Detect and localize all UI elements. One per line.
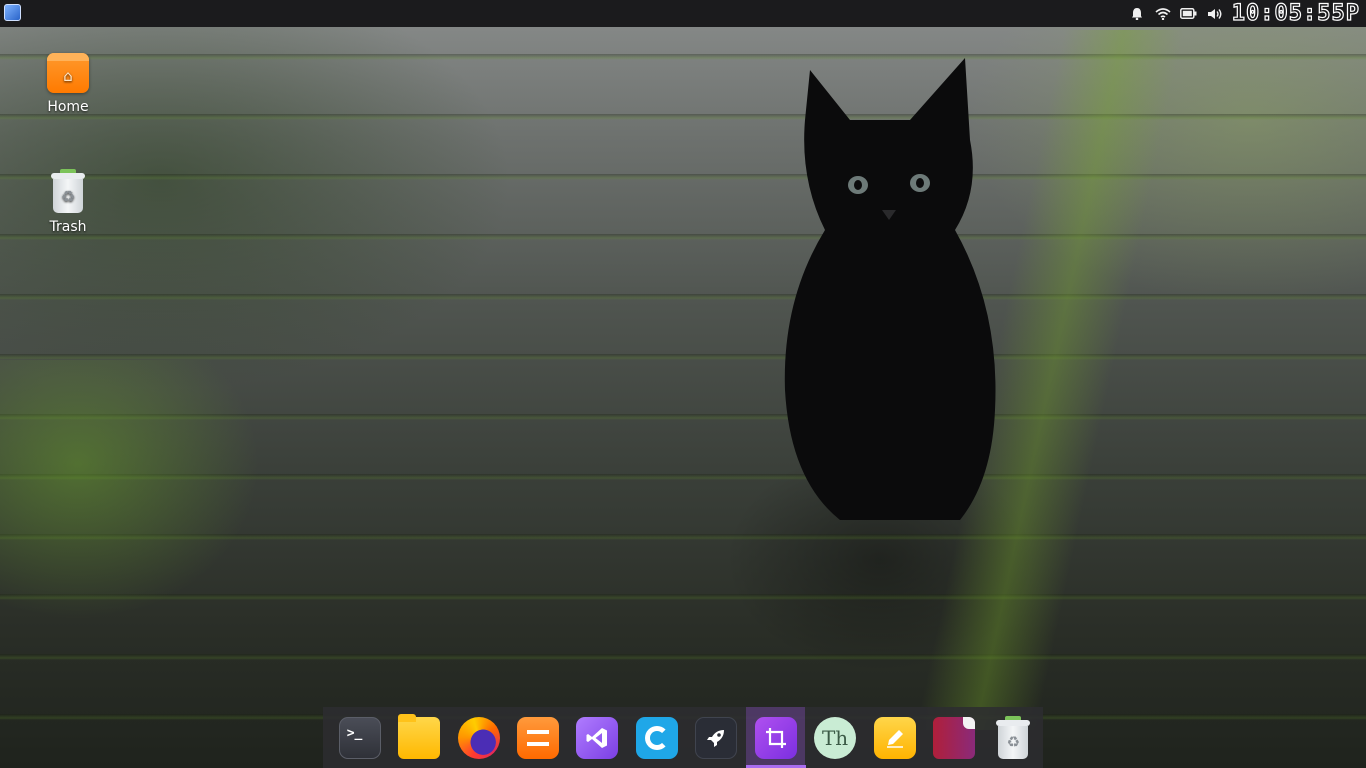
desktop-icon-home[interactable]: ⌂ Home: [23, 53, 113, 115]
wallpaper-kitten: [784, 58, 996, 520]
system-tray: 10:05:55P: [1126, 0, 1366, 27]
desktop-icon-trash[interactable]: ♻ Trash: [23, 169, 113, 235]
clock[interactable]: 10:05:55P: [1230, 0, 1366, 27]
sublime-text-icon: [516, 716, 559, 759]
crop-icon: [754, 716, 797, 759]
top-panel: 10:05:55P: [0, 0, 1366, 27]
desktop-icon-label: Home: [47, 99, 89, 115]
terminal-icon: >_: [338, 716, 381, 759]
vscode-icon: [576, 716, 619, 759]
dock-item-font-viewer[interactable]: Th: [805, 707, 864, 768]
wallpaper-moss: [0, 360, 260, 620]
desktop-icon-label: Trash: [49, 219, 87, 235]
pencil-note-icon: [873, 716, 916, 759]
font-viewer-icon: Th: [814, 716, 857, 759]
dock-item-screenshot-crop[interactable]: [745, 707, 807, 768]
dock: >_ Th ♻: [323, 707, 1043, 768]
dock-item-notes[interactable]: [865, 707, 924, 768]
rocket-icon: [695, 716, 738, 759]
trash-icon: ♻: [51, 169, 85, 213]
firefox-icon: [457, 716, 500, 759]
dock-item-c-app[interactable]: [627, 707, 686, 768]
dock-item-trash[interactable]: ♻: [984, 707, 1043, 768]
dock-item-books[interactable]: [924, 707, 983, 768]
dock-item-vscode[interactable]: [568, 707, 627, 768]
wifi-icon[interactable]: [1152, 0, 1174, 27]
dock-item-rocket-app[interactable]: [687, 707, 746, 768]
trash-icon: ♻: [996, 715, 1031, 759]
dock-item-sublime-text[interactable]: [508, 707, 567, 768]
dock-item-terminal[interactable]: >_: [330, 707, 389, 768]
battery-icon[interactable]: [1178, 0, 1200, 27]
home-folder-icon: ⌂: [47, 53, 89, 93]
book-icon: [932, 716, 975, 759]
dock-item-files[interactable]: [389, 707, 448, 768]
volume-icon[interactable]: [1204, 0, 1226, 27]
app-launcher-icon[interactable]: [4, 4, 21, 21]
notification-bell-icon[interactable]: [1126, 0, 1148, 27]
c-app-icon: [635, 716, 678, 759]
folder-icon: [398, 713, 441, 759]
desktop-background: 10:05:55P ⌂ Home ♻ Trash >_ Th ♻: [0, 0, 1366, 768]
dock-item-firefox[interactable]: [449, 707, 508, 768]
